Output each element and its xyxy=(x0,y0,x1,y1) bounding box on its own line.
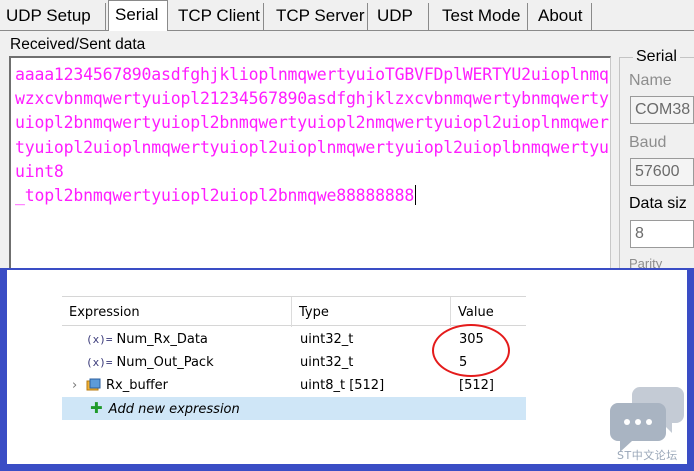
port-name-field[interactable]: COM38 xyxy=(630,96,694,124)
variable-icon: (x)= xyxy=(86,356,113,369)
expr-cell: (x)= Num_Out_Pack xyxy=(62,351,292,374)
expressions-table: Expression Type Value (x)= Num_Rx_Data ui… xyxy=(62,296,526,420)
plus-icon: ✚ xyxy=(90,399,103,417)
value-cell[interactable]: 305 xyxy=(459,328,526,351)
value-cell[interactable]: 5 xyxy=(459,351,526,374)
value-cell[interactable]: [512] xyxy=(459,374,526,397)
table-row[interactable]: › Rx_buffer uint8_t [512] [512] xyxy=(62,374,526,397)
expr-name: Rx_buffer xyxy=(106,378,169,393)
tab-udp[interactable]: UDP xyxy=(371,3,429,30)
expr-name: Num_Rx_Data xyxy=(116,332,208,347)
type-cell: uint32_t xyxy=(300,355,354,370)
table-row[interactable]: (x)= Num_Rx_Data uint32_t 305 xyxy=(62,328,526,351)
struct-icon xyxy=(86,378,101,391)
table-row[interactable]: (x)= Num_Out_Pack uint32_t 5 xyxy=(62,351,526,374)
data-size-field[interactable]: 8 xyxy=(630,220,694,248)
serial-group-title: Serial xyxy=(633,48,680,66)
expr-cell: › Rx_buffer xyxy=(62,374,292,397)
baud-label: Baud xyxy=(629,134,667,151)
header-expression[interactable]: Expression xyxy=(62,297,292,327)
type-cell: uint8_t [512] xyxy=(300,378,385,393)
variable-icon: (x)= xyxy=(86,333,113,346)
watermark-text: ST中文论坛 xyxy=(617,449,678,462)
tab-test-mode[interactable]: Test Mode xyxy=(436,3,528,30)
received-data-text: aaaa1234567890asdfghjklioplnmqwertyuioTG… xyxy=(15,63,609,208)
header-value[interactable]: Value xyxy=(451,297,526,327)
tab-bar: UDP Setup Serial TCP Client TCP Server U… xyxy=(0,0,694,31)
data-size-label: Data siz xyxy=(629,195,687,212)
expr-cell: (x)= Num_Rx_Data xyxy=(62,328,292,351)
tab-serial[interactable]: Serial xyxy=(108,0,168,31)
add-expression-cell[interactable]: ✚ Add new expression xyxy=(62,397,292,420)
serial-terminal-window: UDP Setup Serial TCP Client TCP Server U… xyxy=(0,0,694,270)
type-cell: uint32_t xyxy=(300,332,354,347)
text-caret xyxy=(415,185,417,206)
add-expression-label: Add new expression xyxy=(108,402,240,417)
add-expression-row[interactable]: ✚ Add new expression xyxy=(62,397,526,420)
expr-name: Num_Out_Pack xyxy=(116,355,214,370)
tab-divider xyxy=(0,30,694,31)
tab-udp-setup[interactable]: UDP Setup xyxy=(0,3,106,30)
port-name-label: Name xyxy=(629,72,672,89)
received-data-box[interactable]: aaaa1234567890asdfghjklioplnmqwertyuioTG… xyxy=(9,56,611,270)
received-data-content: aaaa1234567890asdfghjklioplnmqwertyuioTG… xyxy=(15,65,609,206)
tab-tcp-client[interactable]: TCP Client xyxy=(172,3,264,30)
table-header: Expression Type Value xyxy=(62,296,526,327)
baud-field[interactable]: 57600 xyxy=(630,158,694,186)
header-type[interactable]: Type xyxy=(292,297,451,327)
received-sent-label: Received/Sent data xyxy=(10,36,146,53)
tab-about[interactable]: About xyxy=(532,3,592,30)
chevron-right-icon[interactable]: › xyxy=(72,374,82,397)
tab-tcp-server[interactable]: TCP Server xyxy=(270,3,368,30)
